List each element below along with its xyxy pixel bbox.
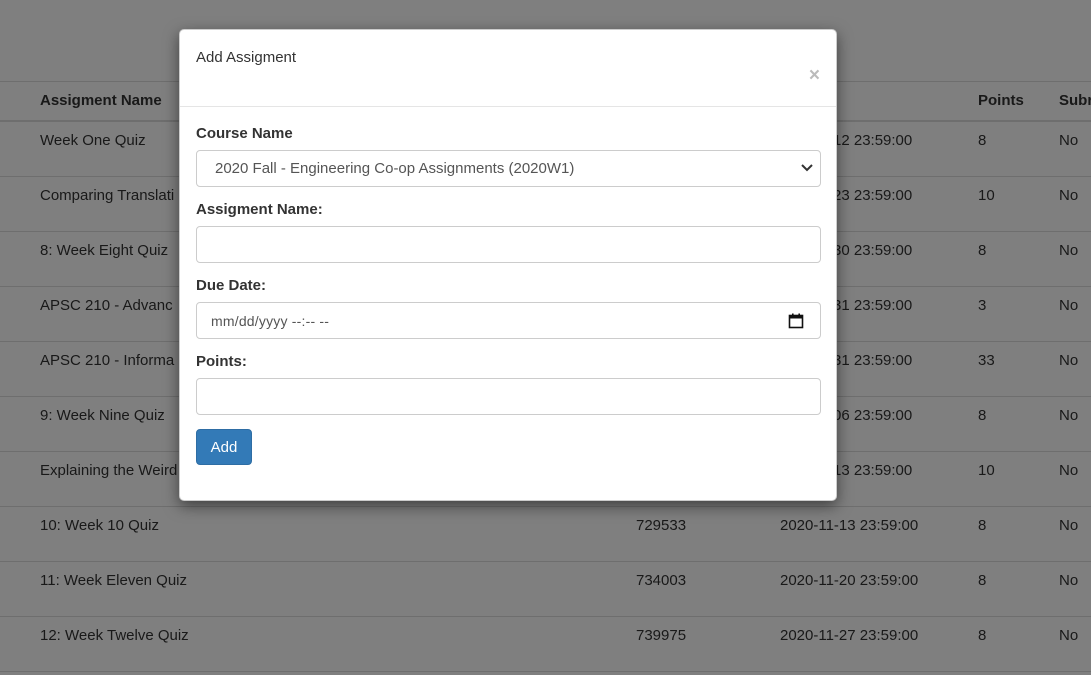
- assignment-name-input[interactable]: [196, 226, 821, 263]
- assignment-name-label: Assigment Name:: [196, 201, 323, 218]
- points-label: Points:: [196, 353, 247, 370]
- course-selected-value: 2020 Fall - Engineering Co-op Assignment…: [215, 160, 575, 177]
- close-icon[interactable]: ×: [809, 66, 820, 85]
- add-button[interactable]: Add: [196, 429, 252, 465]
- course-group: Course Name 2020 Fall - Engineering Co-o…: [196, 107, 821, 187]
- due-group: Due Date: mm/dd/yyyy --:-- --: [196, 277, 821, 339]
- course-select[interactable]: 2020 Fall - Engineering Co-op Assignment…: [196, 150, 821, 187]
- due-date-input[interactable]: mm/dd/yyyy --:-- --: [196, 302, 821, 339]
- chevron-down-icon: [801, 164, 813, 172]
- modal-header: Add Assigment ×: [180, 30, 836, 107]
- course-label: Course Name: [196, 125, 293, 142]
- due-date-placeholder: mm/dd/yyyy --:-- --: [211, 312, 330, 329]
- name-group: Assigment Name:: [196, 201, 821, 263]
- points-group: Points:: [196, 353, 821, 415]
- calendar-icon[interactable]: [788, 313, 804, 329]
- due-date-label: Due Date:: [196, 277, 267, 294]
- modal-body: Course Name 2020 Fall - Engineering Co-o…: [180, 107, 836, 465]
- points-input[interactable]: [196, 378, 821, 415]
- add-assignment-modal: Add Assigment × Course Name 2020 Fall - …: [179, 29, 837, 501]
- modal-title: Add Assigment: [196, 49, 297, 66]
